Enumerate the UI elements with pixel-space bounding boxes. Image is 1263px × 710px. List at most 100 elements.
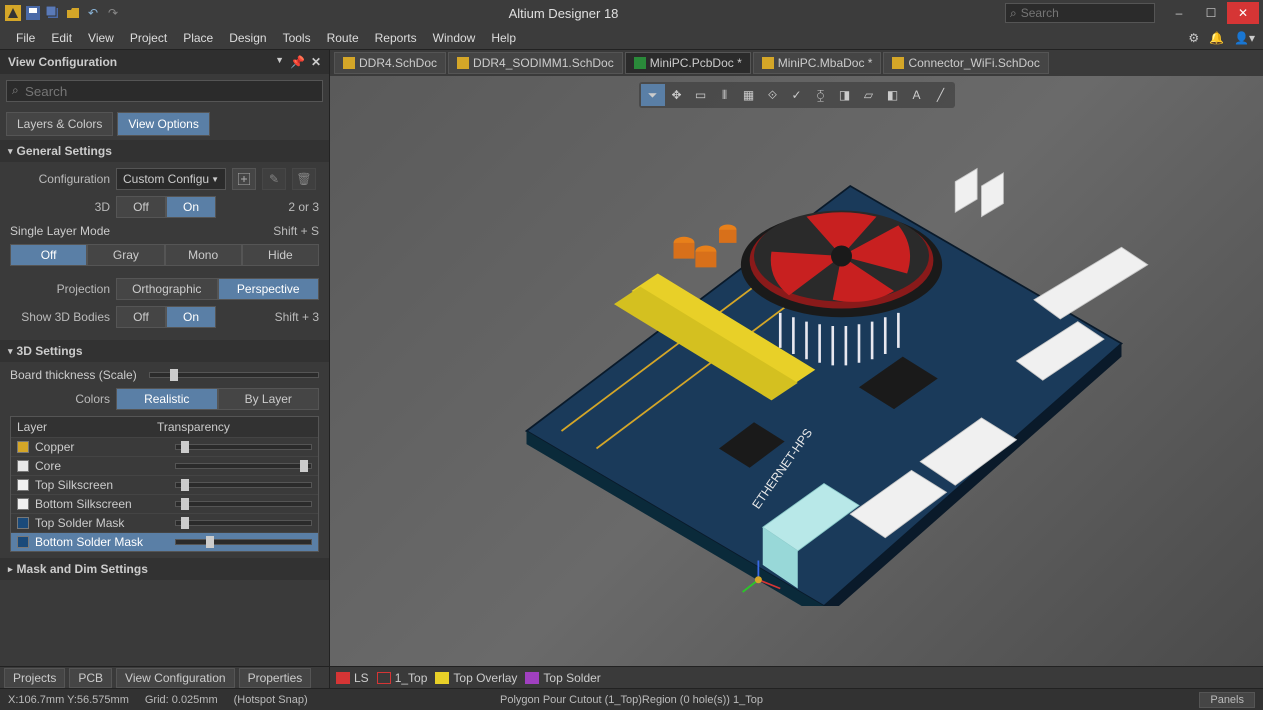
close-button[interactable]: ✕ xyxy=(1227,2,1259,24)
open-folder-icon[interactable] xyxy=(64,4,82,22)
caret-right-icon: ▸ xyxy=(8,564,13,575)
menu-design[interactable]: Design xyxy=(221,29,274,47)
single-layer-label: Single Layer Mode xyxy=(10,224,110,238)
rename-config-button[interactable]: ✎ xyxy=(262,168,286,190)
layerbar-top-solder[interactable]: Top Solder xyxy=(525,671,600,685)
panel-dropdown-icon[interactable]: ▼ xyxy=(275,55,284,69)
menu-route[interactable]: Route xyxy=(319,29,367,47)
layer-row-core[interactable]: Core xyxy=(11,456,318,475)
panel-search-input[interactable] xyxy=(6,80,323,102)
line-icon[interactable]: ╱ xyxy=(929,84,953,106)
menu-project[interactable]: Project xyxy=(122,29,175,47)
doctab-minipc[interactable]: MiniPC.PcbDoc * xyxy=(625,52,751,74)
section-3d[interactable]: ▾3D Settings xyxy=(0,340,329,362)
show3d-off-button[interactable]: Off xyxy=(116,306,166,328)
pcb-3d-viewport[interactable]: ⏷✥▭⫴▦⟐✓⧲◨▱◧A╱ xyxy=(330,76,1263,666)
layer-row-bottom-silkscreen[interactable]: Bottom Silkscreen xyxy=(11,494,318,513)
layer-transparency-slider[interactable] xyxy=(175,520,312,526)
slm-hide-button[interactable]: Hide xyxy=(242,244,319,266)
section-mask-title: Mask and Dim Settings xyxy=(17,562,148,576)
menu-edit[interactable]: Edit xyxy=(43,29,80,47)
delete-config-button[interactable]: 🗑 xyxy=(292,168,316,190)
menu-window[interactable]: Window xyxy=(425,29,484,47)
threeD-off-button[interactable]: Off xyxy=(116,196,166,218)
table-hdr-layer: Layer xyxy=(17,420,157,434)
layer-row-bottom-solder-mask[interactable]: Bottom Solder Mask xyxy=(11,532,318,551)
layerbar-top-overlay[interactable]: Top Overlay xyxy=(435,671,517,685)
btab-viewconfig[interactable]: View Configuration xyxy=(116,668,235,688)
text-icon[interactable]: A xyxy=(905,84,929,106)
subtab-layers[interactable]: Layers & Colors xyxy=(6,112,113,136)
btab-projects[interactable]: Projects xyxy=(4,668,65,688)
global-search-input[interactable] xyxy=(1021,6,1150,20)
undo-icon[interactable]: ↶ xyxy=(84,4,102,22)
layerbar-1_top[interactable]: 1_Top xyxy=(377,671,428,685)
btab-properties[interactable]: Properties xyxy=(239,668,312,688)
drc-icon[interactable]: ✓ xyxy=(785,84,809,106)
snap-icon[interactable]: ⟐ xyxy=(761,84,785,106)
layer-row-copper[interactable]: Copper xyxy=(11,437,318,456)
viewport-toolbar: ⏷✥▭⫴▦⟐✓⧲◨▱◧A╱ xyxy=(639,82,955,108)
show3d-on-button[interactable]: On xyxy=(166,306,216,328)
colors-bylayer-button[interactable]: By Layer xyxy=(218,388,320,410)
menu-place[interactable]: Place xyxy=(175,29,221,47)
filter-icon[interactable]: ⏷ xyxy=(641,84,665,106)
layer-transparency-slider[interactable] xyxy=(175,463,312,469)
layer-transparency-slider[interactable] xyxy=(175,444,312,450)
menu-tools[interactable]: Tools xyxy=(275,29,319,47)
menu-view[interactable]: View xyxy=(80,29,122,47)
grid-icon[interactable]: ▦ xyxy=(737,84,761,106)
menu-reports[interactable]: Reports xyxy=(367,29,425,47)
magnet-icon[interactable]: ⧲ xyxy=(809,84,833,106)
threeD-on-button[interactable]: On xyxy=(166,196,216,218)
slm-off-button[interactable]: Off xyxy=(10,244,87,266)
configuration-dropdown[interactable]: Custom Configu▼ xyxy=(116,168,226,190)
slm-mono-button[interactable]: Mono xyxy=(165,244,242,266)
colors-realistic-button[interactable]: Realistic xyxy=(116,388,218,410)
panel-subtabs: Layers & Colors View Options xyxy=(0,108,329,140)
thickness-slider[interactable] xyxy=(149,372,319,378)
layer-row-top-silkscreen[interactable]: Top Silkscreen xyxy=(11,475,318,494)
highlight-icon[interactable]: ◨ xyxy=(833,84,857,106)
layer-color-box xyxy=(336,672,350,684)
layer-transparency-slider[interactable] xyxy=(175,539,312,545)
align-icon[interactable]: ⫴ xyxy=(713,84,737,106)
gear-icon[interactable]: ⚙ xyxy=(1188,31,1199,45)
projection-ortho-button[interactable]: Orthographic xyxy=(116,278,218,300)
layer-transparency-slider[interactable] xyxy=(175,482,312,488)
projection-persp-button[interactable]: Perspective xyxy=(218,278,320,300)
outline-icon[interactable]: ▱ xyxy=(857,84,881,106)
doctab-label: MiniPC.MbaDoc * xyxy=(778,56,873,70)
slm-gray-button[interactable]: Gray xyxy=(87,244,164,266)
layer-row-top-solder-mask[interactable]: Top Solder Mask xyxy=(11,513,318,532)
user-icon[interactable]: 👤▾ xyxy=(1234,31,1255,45)
panel-close-icon[interactable]: ✕ xyxy=(311,55,321,69)
section-general[interactable]: ▾General Settings xyxy=(0,140,329,162)
menu-file[interactable]: File xyxy=(8,29,43,47)
save-all-icon[interactable] xyxy=(44,4,62,22)
maximize-button[interactable]: ☐ xyxy=(1195,2,1227,24)
panels-button[interactable]: Panels xyxy=(1199,692,1255,708)
panel-pin-icon[interactable]: 📌 xyxy=(290,55,305,69)
layer-swatch xyxy=(17,441,29,453)
doctab-ddr4[interactable]: DDR4.SchDoc xyxy=(334,52,446,74)
save-icon[interactable] xyxy=(24,4,42,22)
minimize-button[interactable]: – xyxy=(1163,2,1195,24)
menu-help[interactable]: Help xyxy=(483,29,524,47)
side-panel: View Configuration ▼ 📌 ✕ ⌕ Layers & Colo… xyxy=(0,50,330,688)
select-icon[interactable]: ▭ xyxy=(689,84,713,106)
btab-pcb[interactable]: PCB xyxy=(69,668,112,688)
doctab-ddr4_sodimm1[interactable]: DDR4_SODIMM1.SchDoc xyxy=(448,52,623,74)
doctab-connector_wifi[interactable]: Connector_WiFi.SchDoc xyxy=(883,52,1048,74)
doctab-minipc[interactable]: MiniPC.MbaDoc * xyxy=(753,52,882,74)
section-mask[interactable]: ▸ Mask and Dim Settings xyxy=(0,558,329,580)
save-config-button[interactable] xyxy=(232,168,256,190)
layer-transparency-slider[interactable] xyxy=(175,501,312,507)
subtab-view-options[interactable]: View Options xyxy=(117,112,209,136)
layerbar-ls[interactable]: LS xyxy=(336,671,369,685)
bell-icon[interactable]: 🔔 xyxy=(1209,31,1224,45)
dim-icon[interactable]: ◧ xyxy=(881,84,905,106)
redo-icon[interactable]: ↷ xyxy=(104,4,122,22)
global-search[interactable]: ⌕ xyxy=(1005,3,1155,23)
move-icon[interactable]: ✥ xyxy=(665,84,689,106)
